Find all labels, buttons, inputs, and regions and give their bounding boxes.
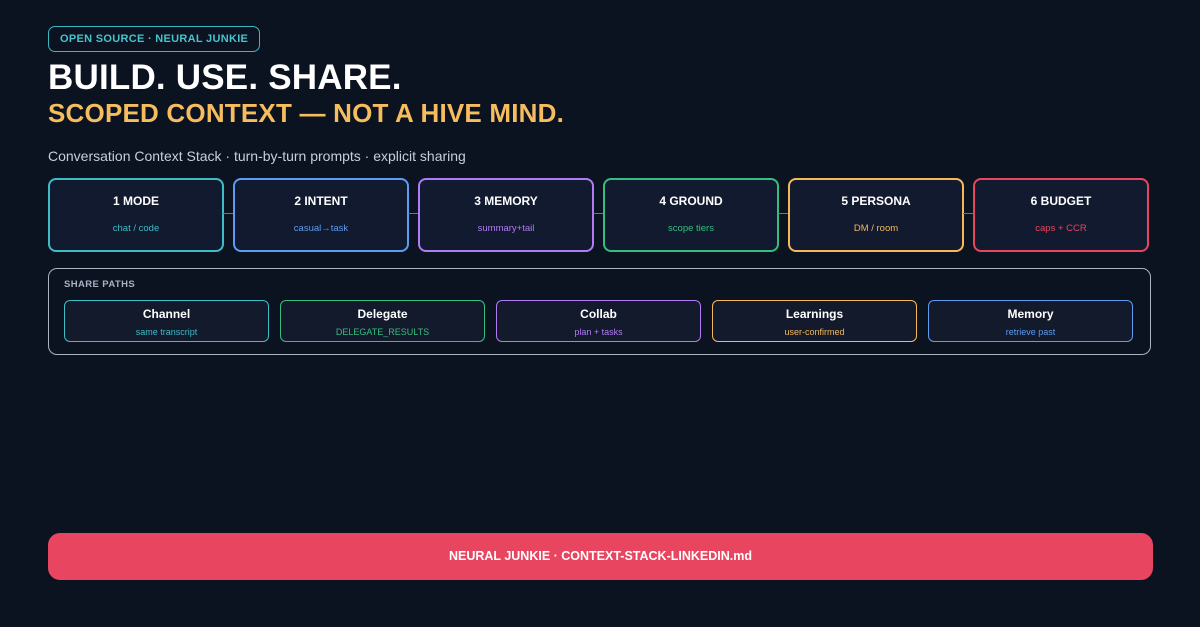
page-subtitle: SCOPED CONTEXT — NOT A HIVE MIND. bbox=[48, 98, 565, 128]
share-path-title: Memory bbox=[1007, 307, 1054, 321]
stack-step-title: 5 PERSONA bbox=[841, 194, 911, 208]
stack-step-subtitle: summary+tail bbox=[477, 223, 535, 234]
stack-step-persona: 5 PERSONA DM / room bbox=[788, 178, 964, 252]
stack-step-subtitle: chat / code bbox=[112, 223, 160, 234]
stack-step-title: 4 GROUND bbox=[659, 194, 723, 208]
share-path-delegate: Delegate DELEGATE_RESULTS bbox=[280, 300, 485, 342]
share-path-subtitle: DELEGATE_RESULTS bbox=[335, 327, 430, 337]
share-path-collab: Collab plan + tasks bbox=[496, 300, 701, 342]
stack-step-subtitle: DM / room bbox=[853, 223, 899, 234]
share-path-channel: Channel same transcript bbox=[64, 300, 269, 342]
source-badge: OPEN SOURCE · NEURAL JUNKIE bbox=[48, 26, 261, 52]
footer-banner: NEURAL JUNKIE · CONTEXT-STACK-LINKEDIN.m… bbox=[48, 533, 1153, 580]
stack-step-mode: 1 MODE chat / code bbox=[48, 178, 224, 252]
share-path-subtitle: same transcript bbox=[135, 327, 198, 337]
share-path-title: Channel bbox=[142, 307, 191, 321]
share-path-title: Delegate bbox=[357, 307, 408, 321]
share-path-subtitle: user-confirmed bbox=[784, 327, 845, 337]
stack-step-title: 2 INTENT bbox=[294, 194, 348, 208]
share-paths-panel: SHARE PATHS Channel same transcript Dele… bbox=[48, 268, 1151, 355]
stack-step-title: 1 MODE bbox=[112, 194, 159, 208]
stack-step-intent: 2 INTENT casual→task bbox=[233, 178, 409, 252]
page-title: BUILD. USE. SHARE. bbox=[48, 58, 402, 97]
share-path-title: Learnings bbox=[785, 307, 844, 321]
stack-step-memory: 3 MEMORY summary+tail bbox=[418, 178, 594, 252]
share-path-memory: Memory retrieve past bbox=[928, 300, 1133, 342]
share-path-subtitle: plan + tasks bbox=[574, 327, 623, 337]
stack-step-ground: 4 GROUND scope tiers bbox=[603, 178, 779, 252]
context-stack: 1 MODE chat / code 2 INTENT casual→task … bbox=[48, 178, 1150, 252]
stack-step-subtitle: scope tiers bbox=[668, 223, 714, 234]
stack-step-budget: 6 BUDGET caps + CCR bbox=[973, 178, 1149, 252]
tagline: Conversation Context Stack · turn-by-tur… bbox=[48, 148, 466, 164]
share-path-subtitle: retrieve past bbox=[1005, 327, 1056, 337]
share-paths-heading: SHARE PATHS bbox=[64, 279, 136, 290]
stack-step-title: 6 BUDGET bbox=[1030, 194, 1092, 208]
share-path-learnings: Learnings user-confirmed bbox=[712, 300, 917, 342]
share-path-title: Collab bbox=[580, 307, 617, 321]
stack-step-title: 3 MEMORY bbox=[474, 194, 538, 208]
stack-step-subtitle: casual→task bbox=[293, 223, 349, 234]
stack-step-subtitle: caps + CCR bbox=[1035, 223, 1087, 234]
